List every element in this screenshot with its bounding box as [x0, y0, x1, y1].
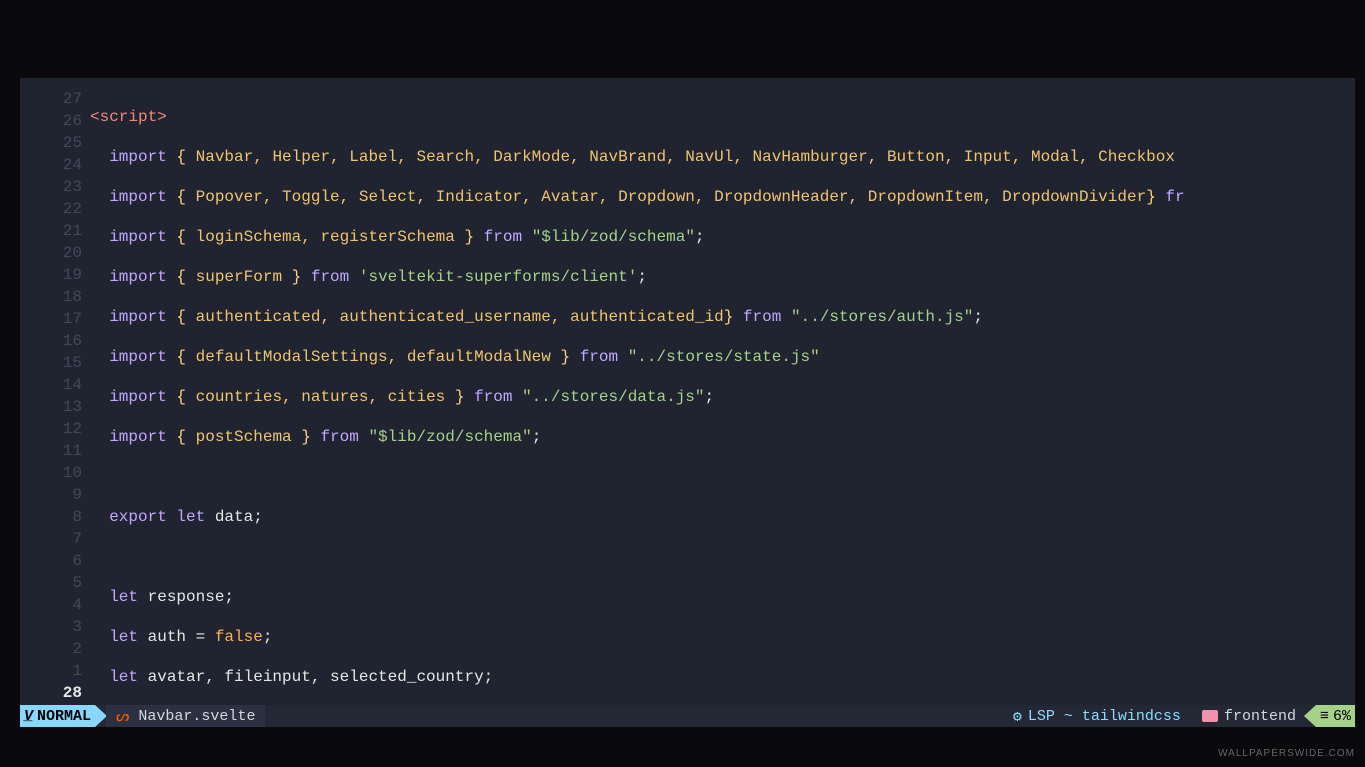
vim-mode-segment: V̲ NORMAL	[20, 705, 95, 727]
project-name: frontend	[1224, 708, 1296, 725]
line-number: 26	[20, 110, 82, 132]
svelte-icon: ᔕ	[116, 707, 129, 726]
line-number: 14	[20, 374, 82, 396]
line-number: 10	[20, 462, 82, 484]
code-line: import { postSchema } from "$lib/zod/sch…	[90, 426, 1355, 448]
line-number: 3	[20, 616, 82, 638]
line-number: 23	[20, 176, 82, 198]
line-number: 20	[20, 242, 82, 264]
line-number: 13	[20, 396, 82, 418]
filename: Navbar.svelte	[138, 708, 255, 725]
editor-area[interactable]: 27 26 25 24 23 22 21 20 19 18 17 16 15 1…	[20, 78, 1355, 705]
line-number: 18	[20, 286, 82, 308]
line-number: 2	[20, 638, 82, 660]
code-line: export let data;	[90, 506, 1355, 528]
vim-logo-icon: V̲	[24, 708, 33, 725]
line-number: 19	[20, 264, 82, 286]
statusline-right: ⚙ LSP ~ tailwindcss frontend	[1005, 705, 1304, 727]
code-line: let avatar, fileinput, selected_country;	[90, 666, 1355, 688]
gear-icon: ⚙	[1013, 707, 1022, 726]
code-line: import { Navbar, Helper, Label, Search, …	[90, 146, 1355, 168]
code-line: <script>	[90, 106, 1355, 128]
scroll-percent: 6%	[1333, 708, 1351, 725]
code-line: import { Popover, Toggle, Select, Indica…	[90, 186, 1355, 208]
line-number: 4	[20, 594, 82, 616]
statusline: V̲ NORMAL ᔕ Navbar.svelte ⚙ LSP ~ tailwi…	[20, 705, 1355, 727]
line-number: 8	[20, 506, 82, 528]
percent-segment: ≡ 6%	[1316, 705, 1355, 727]
code-line: let response;	[90, 586, 1355, 608]
line-number-gutter: 27 26 25 24 23 22 21 20 19 18 17 16 15 1…	[20, 88, 90, 699]
line-number: 1	[20, 660, 82, 682]
line-number: 12	[20, 418, 82, 440]
editor-window: 27 26 25 24 23 22 21 20 19 18 17 16 15 1…	[20, 78, 1355, 727]
line-number: 5	[20, 572, 82, 594]
line-number: 22	[20, 198, 82, 220]
scroll-icon: ≡	[1320, 708, 1329, 725]
line-number: 27	[20, 88, 82, 110]
lsp-status: LSP ~ tailwindcss	[1028, 708, 1181, 725]
code-line: import { countries, natures, cities } fr…	[90, 386, 1355, 408]
line-number: 9	[20, 484, 82, 506]
line-number: 11	[20, 440, 82, 462]
line-number: 21	[20, 220, 82, 242]
code-line: import { loginSchema, registerSchema } f…	[90, 226, 1355, 248]
code-content[interactable]: <script> import { Navbar, Helper, Label,…	[90, 88, 1355, 699]
code-line: import { defaultModalSettings, defaultMo…	[90, 346, 1355, 368]
code-line	[90, 546, 1355, 568]
code-line: let auth = false;	[90, 626, 1355, 648]
line-number-current: 28	[20, 682, 82, 704]
line-number: 17	[20, 308, 82, 330]
line-number: 24	[20, 154, 82, 176]
filename-segment: ᔕ Navbar.svelte	[106, 705, 265, 727]
code-line: import { superForm } from 'sveltekit-sup…	[90, 266, 1355, 288]
code-line: import { authenticated, authenticated_us…	[90, 306, 1355, 328]
line-number: 7	[20, 528, 82, 550]
line-number: 15	[20, 352, 82, 374]
code-line	[90, 466, 1355, 488]
watermark: WALLPAPERSWIDE.COM	[1218, 748, 1355, 759]
vim-mode: NORMAL	[37, 708, 91, 725]
line-number: 16	[20, 330, 82, 352]
folder-icon	[1202, 710, 1218, 722]
separator-icon	[1304, 705, 1316, 727]
line-number: 6	[20, 550, 82, 572]
line-number: 25	[20, 132, 82, 154]
